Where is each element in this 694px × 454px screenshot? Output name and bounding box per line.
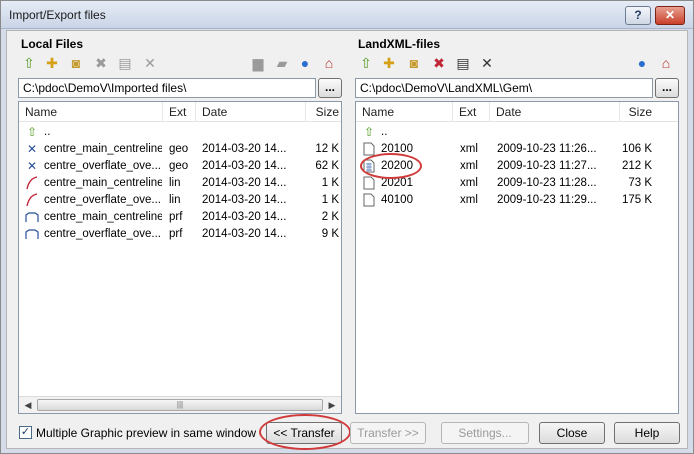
local-camera-icon[interactable]: ◙	[68, 55, 84, 71]
landxml-col-name[interactable]: Name	[356, 102, 453, 122]
line-file-icon	[24, 176, 40, 191]
local-folder-open-icon[interactable]: ▰	[274, 55, 290, 71]
window-title: Import/Export files	[9, 8, 106, 22]
import-export-dialog: Import/Export files ? ✕ Local Files ⇧ ✚ …	[0, 0, 694, 454]
table-row[interactable]: centre_main_centreline lin 2014-03-20 14…	[19, 175, 341, 192]
table-row[interactable]: 40100 xml 2009-10-23 11:29... 175 K	[356, 192, 678, 209]
document-icon	[361, 176, 377, 191]
landxml-browse-button[interactable]: ...	[655, 78, 679, 98]
close-button[interactable]: Close	[539, 422, 605, 444]
local-home-icon[interactable]: ⌂	[321, 55, 337, 71]
local-folder-icon[interactable]: ▆	[250, 55, 266, 71]
landxml-new-folder-icon[interactable]: ✚	[381, 55, 397, 71]
local-col-ext[interactable]: Ext	[163, 102, 196, 122]
multiple-preview-label: Multiple Graphic preview in same window	[36, 426, 257, 440]
landxml-measure-icon[interactable]: ✕	[479, 55, 495, 71]
table-row[interactable]: centre_overflate_ove... lin 2014-03-20 1…	[19, 192, 341, 209]
title-help-button[interactable]: ?	[625, 6, 651, 25]
table-row[interactable]: 20201 xml 2009-10-23 11:28... 73 K	[356, 175, 678, 192]
transfer-left-button[interactable]: << Transfer	[266, 422, 342, 444]
profile-file-icon	[24, 210, 40, 225]
local-new-folder-icon[interactable]: ✚	[44, 55, 60, 71]
scroll-thumb[interactable]: |||	[37, 399, 323, 411]
local-file-list[interactable]: Name Ext Date Size ⇧ .. ✕ centre_main_ce…	[18, 101, 342, 414]
geometry-file-icon: ✕	[26, 142, 38, 156]
transfer-right-button[interactable]: Transfer >>	[350, 422, 426, 444]
table-row[interactable]: ✕ centre_main_centreline geo 2014-03-20 …	[19, 141, 341, 158]
local-browse-button[interactable]: ...	[318, 78, 342, 98]
landxml-document-icon[interactable]: ▤	[455, 55, 471, 71]
profile-file-icon	[24, 227, 40, 242]
table-row[interactable]: centre_overflate_ove... prf 2014-03-20 1…	[19, 226, 341, 243]
table-row[interactable]: ⇧ ..	[19, 124, 341, 141]
landxml-home-icon[interactable]: ⌂	[658, 55, 674, 71]
landxml-up-folder-icon[interactable]: ⇧	[358, 55, 374, 71]
title-bar: Import/Export files ? ✕	[1, 1, 693, 29]
table-row[interactable]: ⇧ ..	[356, 124, 678, 141]
landxml-file-list[interactable]: Name Ext Date Size ⇧ .. 20100 xml 2009-1…	[355, 101, 679, 414]
landxml-column-header: Name Ext Date Size	[356, 102, 678, 122]
multiple-preview-checkbox[interactable]: ✓	[19, 426, 32, 439]
geometry-file-icon: ✕	[26, 159, 38, 173]
document-grid-icon	[361, 159, 377, 174]
table-row[interactable]: 20200 xml 2009-10-23 11:27... 212 K	[356, 158, 678, 175]
table-row[interactable]: 20100 xml 2009-10-23 11:26... 106 K	[356, 141, 678, 158]
local-col-date[interactable]: Date	[196, 102, 306, 122]
title-close-button[interactable]: ✕	[655, 6, 685, 25]
local-col-size[interactable]: Size	[306, 102, 341, 122]
landxml-col-size[interactable]: Size	[620, 102, 678, 122]
landxml-col-ext[interactable]: Ext	[453, 102, 490, 122]
local-globe-icon[interactable]: ●	[297, 55, 313, 71]
scroll-left-icon[interactable]: ◀	[21, 399, 35, 412]
help-button[interactable]: Help	[614, 422, 680, 444]
landxml-files-title: LandXML-files	[358, 37, 441, 51]
local-horizontal-scrollbar[interactable]: ◀ ||| ▶	[19, 396, 341, 413]
landxml-camera-icon[interactable]: ◙	[406, 55, 422, 71]
dialog-content: Local Files ⇧ ✚ ◙ ✖ ▤ ✕ ▆ ▰ ● ⌂ C:\pdoc\…	[6, 30, 688, 450]
local-files-title: Local Files	[21, 37, 84, 51]
local-column-header: Name Ext Date Size	[19, 102, 341, 122]
line-file-icon	[24, 193, 40, 208]
landxml-globe-icon[interactable]: ●	[634, 55, 650, 71]
table-row[interactable]: centre_main_centreline prf 2014-03-20 14…	[19, 209, 341, 226]
local-up-folder-icon[interactable]: ⇧	[21, 55, 37, 71]
document-icon	[361, 142, 377, 157]
up-folder-icon: ⇧	[363, 125, 375, 139]
local-measure-icon[interactable]: ✕	[142, 55, 158, 71]
table-row[interactable]: ✕ centre_overflate_ove... geo 2014-03-20…	[19, 158, 341, 175]
local-document-icon[interactable]: ▤	[117, 55, 133, 71]
landxml-path-input[interactable]: C:\pdoc\DemoV\LandXML\Gem\	[355, 78, 653, 98]
document-icon	[361, 193, 377, 208]
landxml-delete-icon[interactable]: ✖	[431, 55, 447, 71]
settings-button[interactable]: Settings...	[441, 422, 529, 444]
local-path-input[interactable]: C:\pdoc\DemoV\Imported files\	[18, 78, 316, 98]
local-delete-icon[interactable]: ✖	[93, 55, 109, 71]
up-folder-icon: ⇧	[26, 125, 38, 139]
scroll-right-icon[interactable]: ▶	[325, 399, 339, 412]
landxml-col-date[interactable]: Date	[490, 102, 620, 122]
local-col-name[interactable]: Name	[19, 102, 163, 122]
